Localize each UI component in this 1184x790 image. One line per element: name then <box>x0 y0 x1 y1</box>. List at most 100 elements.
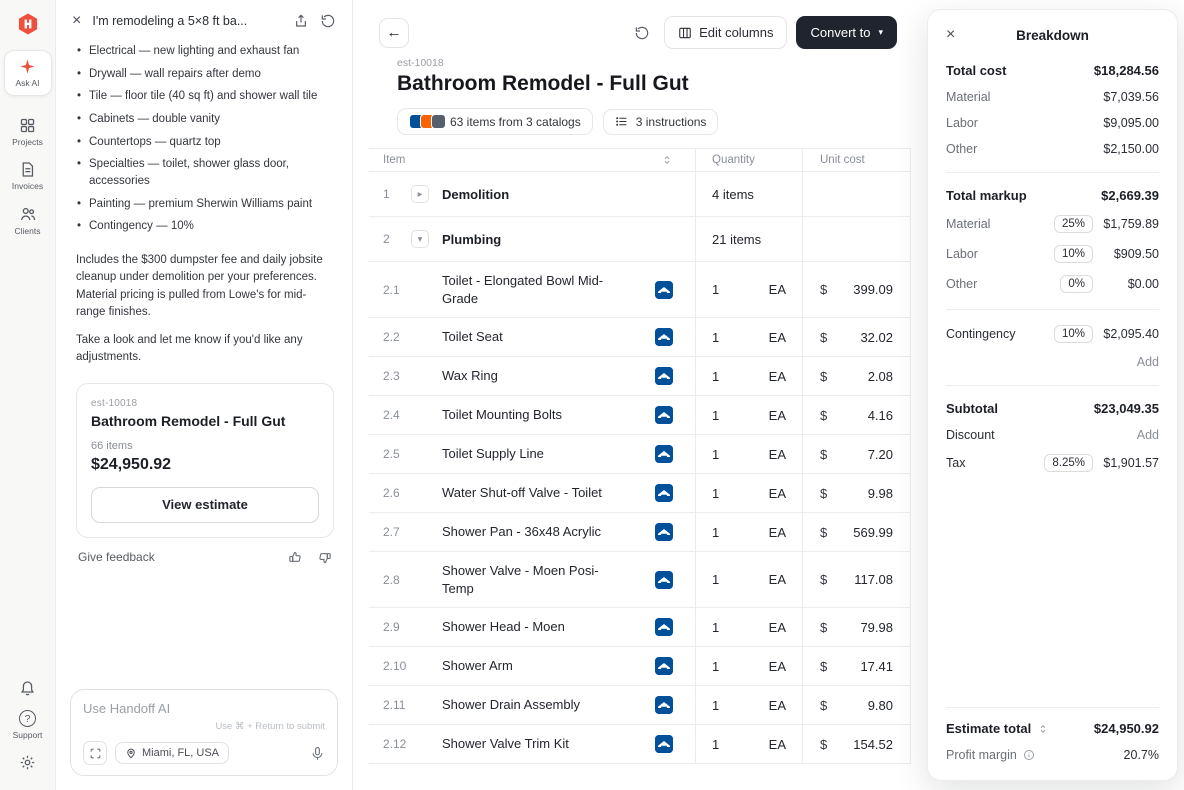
item-name[interactable]: Shower Drain Assembly <box>442 696 624 714</box>
sidebar-item-invoices[interactable]: Invoices <box>4 154 52 198</box>
cost-sub-row: Other $2,150.00 <box>946 142 1159 156</box>
screenshot-icon[interactable] <box>83 741 107 765</box>
microphone-icon[interactable] <box>310 746 325 761</box>
quantity-value[interactable]: 1 <box>712 330 719 345</box>
item-name[interactable]: Water Shut-off Valve - Toilet <box>442 484 624 502</box>
item-name[interactable]: Shower Valve Trim Kit <box>442 735 624 753</box>
convert-to-button[interactable]: Convert to ▾ <box>796 16 897 49</box>
unit-cost-value[interactable]: 9.98 <box>868 486 893 501</box>
sidebar-item-projects[interactable]: Projects <box>4 110 52 154</box>
quantity-value[interactable]: 1 <box>712 486 719 501</box>
unit-label[interactable]: EA <box>769 737 786 752</box>
grid-icon <box>19 117 36 134</box>
catalogs-chip[interactable]: 63 items from 3 catalogs <box>397 108 593 135</box>
back-icon[interactable]: ← <box>379 18 409 48</box>
add-contingency-button[interactable]: Add <box>1137 355 1159 369</box>
group-quantity[interactable]: 4 items <box>712 187 754 202</box>
settings-button[interactable] <box>4 747 52 778</box>
quantity-value[interactable]: 1 <box>712 369 719 384</box>
unit-cost-value[interactable]: 7.20 <box>868 447 893 462</box>
unit-cost-value[interactable]: 2.08 <box>868 369 893 384</box>
contingency-percent-input[interactable]: 10% <box>1054 325 1093 343</box>
group-name[interactable]: Demolition <box>442 187 509 202</box>
unit-label[interactable]: EA <box>769 486 786 501</box>
currency-symbol: $ <box>820 486 827 501</box>
view-estimate-button[interactable]: View estimate <box>91 487 319 523</box>
item-name[interactable]: Toilet Seat <box>442 328 624 346</box>
thumbs-down-icon[interactable] <box>317 550 332 565</box>
contingency-row: Contingency 10% $2,095.40 <box>946 325 1159 343</box>
estimate-card[interactable]: est-10018 Bathroom Remodel - Full Gut 66… <box>76 383 334 538</box>
item-name[interactable]: Shower Arm <box>442 657 624 675</box>
unit-cost-value[interactable]: 4.16 <box>868 408 893 423</box>
close-icon[interactable]: × <box>946 27 966 43</box>
unfold-icon[interactable] <box>1037 723 1049 735</box>
expand-toggle[interactable]: ▾ <box>411 230 429 248</box>
quantity-value[interactable]: 1 <box>712 525 719 540</box>
expand-toggle[interactable]: ▸ <box>411 185 429 203</box>
quantity-value[interactable]: 1 <box>712 408 719 423</box>
unit-label[interactable]: EA <box>769 525 786 540</box>
item-name[interactable]: Wax Ring <box>442 367 624 385</box>
location-chip[interactable]: Miami, FL, USA <box>115 742 229 764</box>
item-name[interactable]: Toilet Mounting Bolts <box>442 406 624 424</box>
unit-cost-value[interactable]: 17.41 <box>860 659 893 674</box>
instructions-chip[interactable]: 3 instructions <box>603 109 719 135</box>
markup-percent-input[interactable]: 0% <box>1060 275 1093 293</box>
unit-label[interactable]: EA <box>769 369 786 384</box>
unit-cost-value[interactable]: 154.52 <box>853 737 893 752</box>
close-chat-icon[interactable]: × <box>72 13 81 29</box>
group-quantity[interactable]: 21 items <box>712 232 761 247</box>
add-discount-button[interactable]: Add <box>1137 428 1159 442</box>
unit-label[interactable]: EA <box>769 620 786 635</box>
unit-label[interactable]: EA <box>769 698 786 713</box>
unit-label[interactable]: EA <box>769 447 786 462</box>
unit-cost-value[interactable]: 79.98 <box>860 620 893 635</box>
quantity-value[interactable]: 1 <box>712 737 719 752</box>
currency-symbol: $ <box>820 447 827 462</box>
unit-cost-value[interactable]: 117.08 <box>854 572 893 587</box>
share-icon[interactable] <box>293 13 309 29</box>
sidebar-item-support[interactable]: ? Support <box>4 703 52 747</box>
sidebar-item-clients[interactable]: Clients <box>4 198 52 243</box>
item-name[interactable]: Toilet Supply Line <box>442 445 624 463</box>
table-item-row: 2.11 Shower Drain Assembly 1 EA $ 9.80 <box>369 686 911 725</box>
unit-cost-value[interactable]: 399.09 <box>853 282 893 297</box>
markup-percent-input[interactable]: 10% <box>1054 245 1093 263</box>
unit-label[interactable]: EA <box>769 408 786 423</box>
item-name[interactable]: Shower Head - Moen <box>442 618 624 636</box>
quantity-value[interactable]: 1 <box>712 572 719 587</box>
notifications-button[interactable] <box>4 672 52 703</box>
markup-percent-input[interactable]: 25% <box>1054 215 1093 233</box>
quantity-value[interactable]: 1 <box>712 620 719 635</box>
quantity-value[interactable]: 1 <box>712 447 719 462</box>
item-name[interactable]: Shower Valve - Moen Posi-Temp <box>442 562 624 597</box>
undo-icon[interactable] <box>634 25 650 41</box>
chat-thread-title[interactable]: I'm remodeling a 5×8 ft ba... <box>92 14 282 28</box>
unit-label[interactable]: EA <box>769 572 786 587</box>
unfold-columns-icon[interactable] <box>661 154 673 166</box>
unit-cost-value[interactable]: 9.80 <box>868 698 893 713</box>
chat-input[interactable]: Use Handoff AI Use ⌘ + Return to submit … <box>70 689 338 776</box>
item-name[interactable]: Shower Pan - 36x48 Acrylic <box>442 523 624 541</box>
unit-cost-value[interactable]: 32.02 <box>860 330 893 345</box>
row-number: 1 <box>383 187 411 201</box>
tax-percent-input[interactable]: 8.25% <box>1044 454 1093 472</box>
unit-label[interactable]: EA <box>769 330 786 345</box>
history-icon[interactable] <box>320 13 336 29</box>
group-name[interactable]: Plumbing <box>442 232 501 247</box>
app-sidebar: Ask AI Projects Invoices Clients ? Suppo… <box>0 0 56 790</box>
item-name[interactable]: Toilet - Elongated Bowl Mid-Grade <box>442 272 624 307</box>
table-header: Item Quantity Unit cost <box>369 149 911 172</box>
sidebar-item-ask-ai[interactable]: Ask AI <box>4 50 52 96</box>
quantity-value[interactable]: 1 <box>712 659 719 674</box>
unit-label[interactable]: EA <box>769 282 786 297</box>
edit-columns-button[interactable]: Edit columns <box>664 16 787 49</box>
unit-label[interactable]: EA <box>769 659 786 674</box>
estimate-header: est-10018 Bathroom Remodel - Full Gut 63… <box>353 57 911 135</box>
estimate-items-count: 66 items <box>91 440 319 452</box>
quantity-value[interactable]: 1 <box>712 282 719 297</box>
unit-cost-value[interactable]: 569.99 <box>853 525 893 540</box>
quantity-value[interactable]: 1 <box>712 698 719 713</box>
thumbs-up-icon[interactable] <box>288 550 303 565</box>
